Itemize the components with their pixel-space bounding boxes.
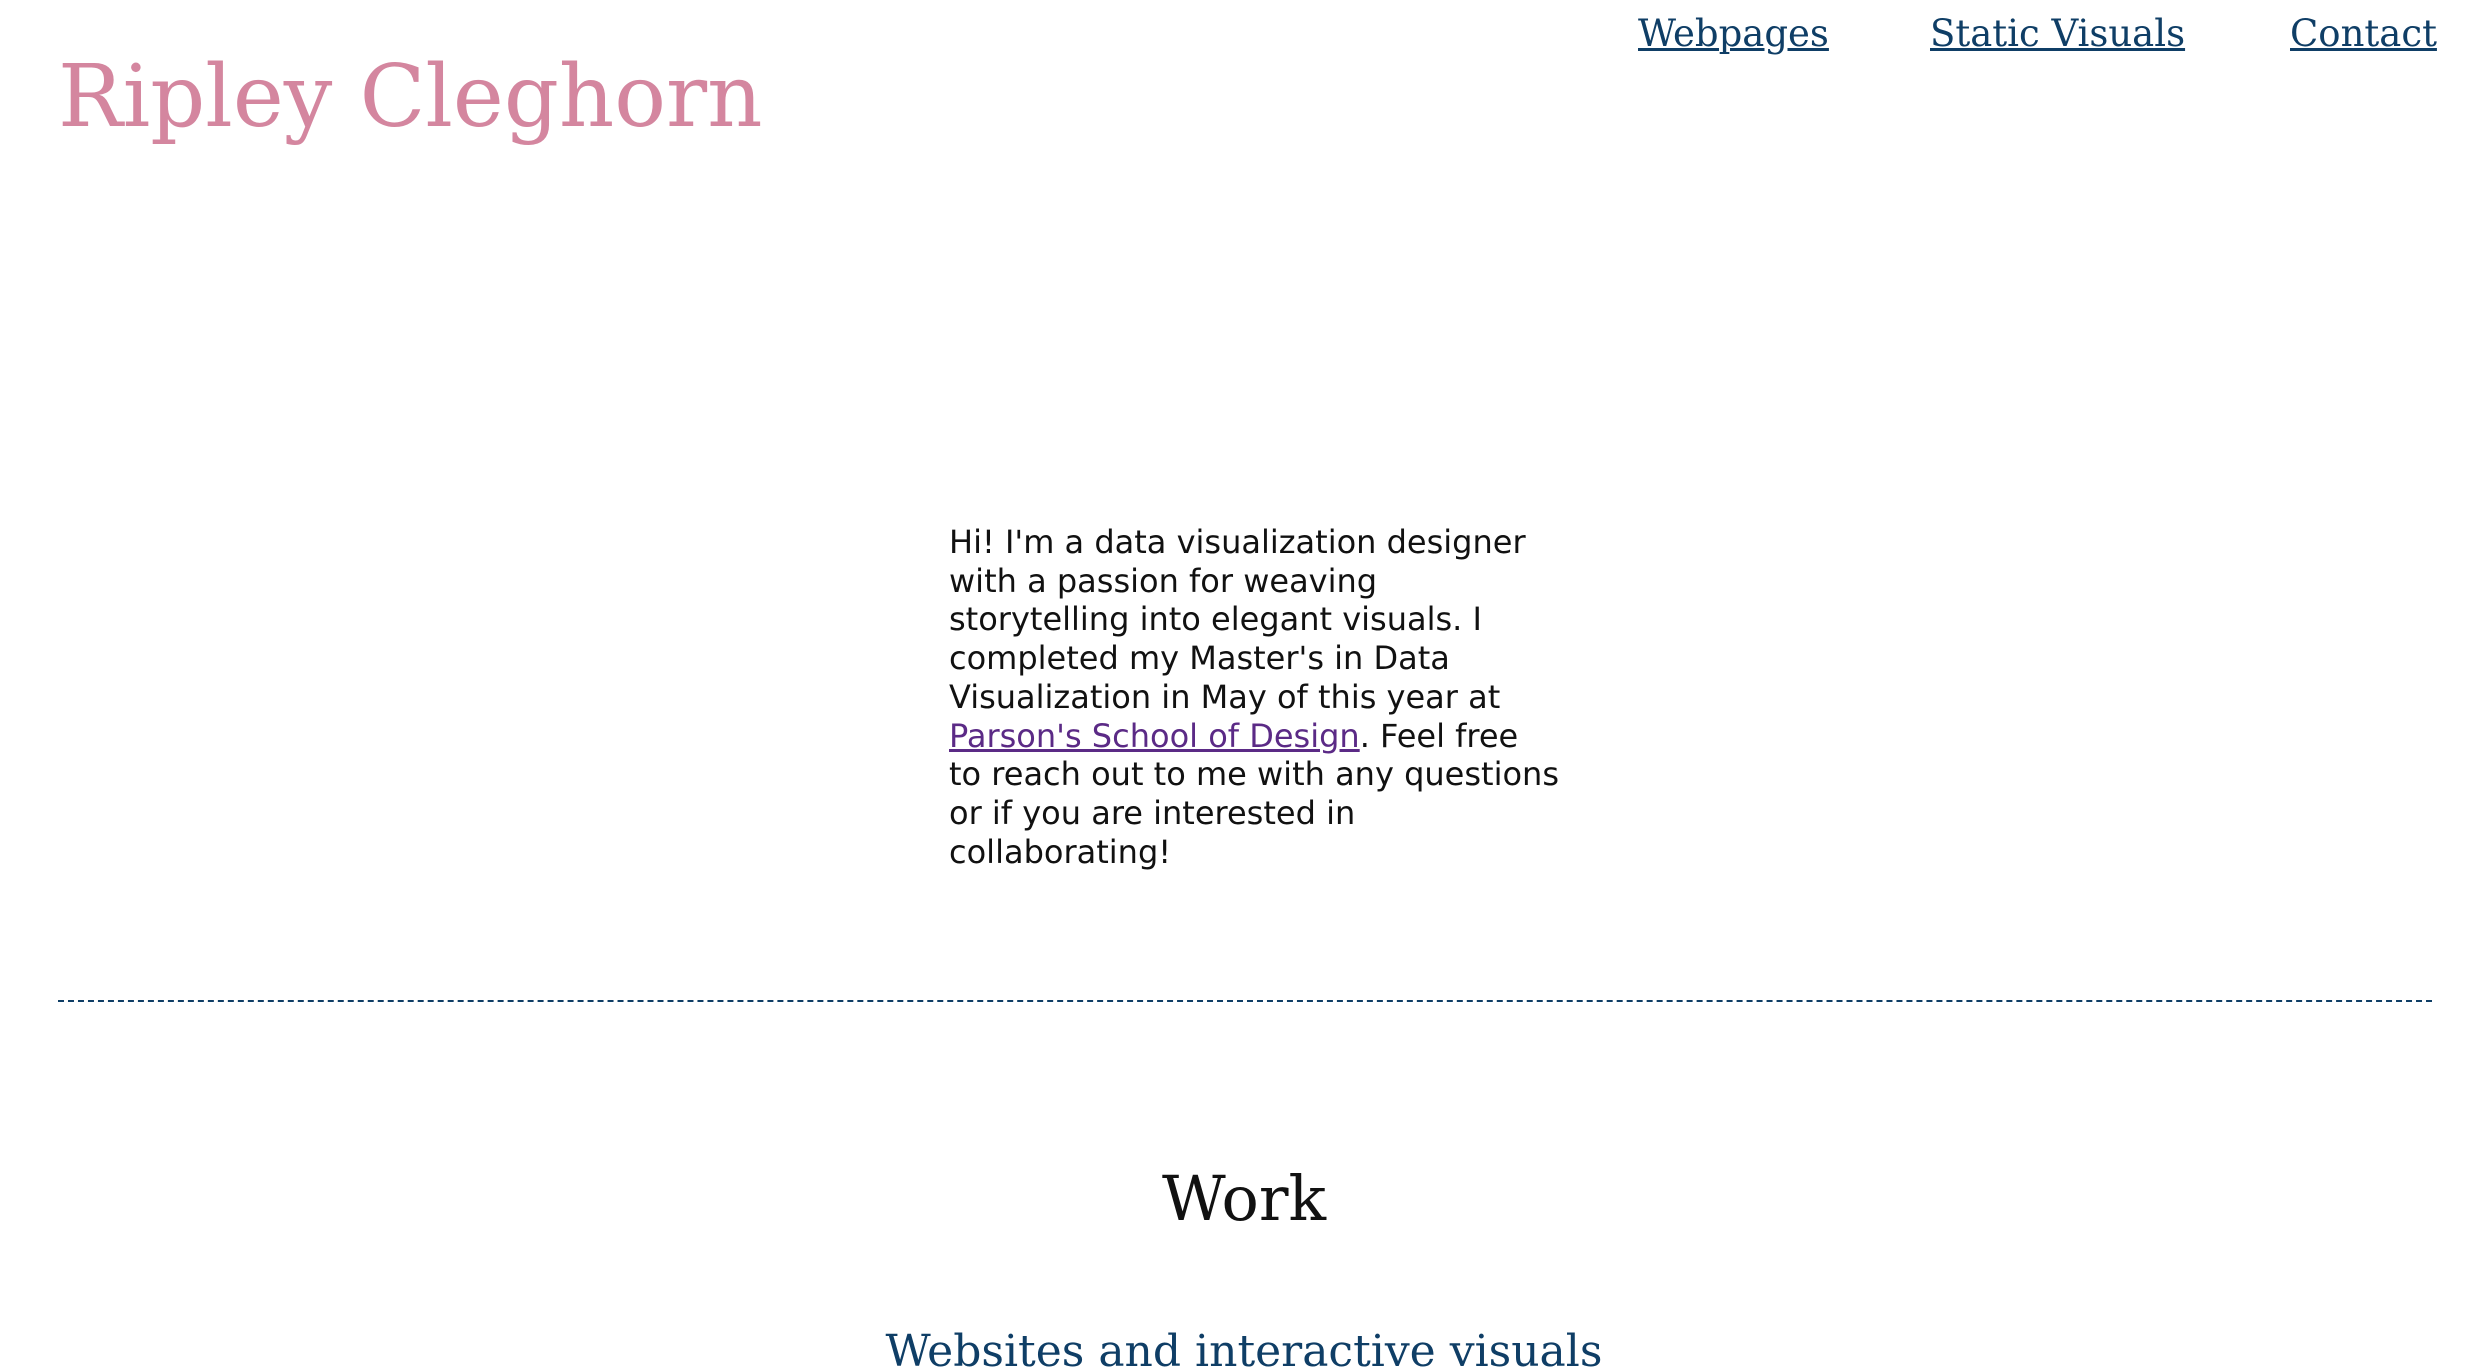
- nav-link-webpages[interactable]: Webpages: [1638, 12, 1829, 55]
- section-divider: [58, 1000, 2432, 1002]
- work-heading: Work: [1161, 1162, 1327, 1235]
- work-subheading: Websites and interactive visuals: [885, 1326, 1603, 1370]
- nav-link-static-visuals[interactable]: Static Visuals: [1930, 12, 2185, 55]
- intro-paragraph: Hi! I'm a data visualization designer wi…: [949, 523, 1559, 871]
- main-nav: Webpages Static Visuals Contact: [0, 8, 2488, 78]
- intro-text-start: Hi! I'm a data visualization designer wi…: [949, 523, 1526, 716]
- parsons-school-link[interactable]: Parson's School of Design: [949, 717, 1360, 755]
- nav-link-contact[interactable]: Contact: [2290, 12, 2437, 55]
